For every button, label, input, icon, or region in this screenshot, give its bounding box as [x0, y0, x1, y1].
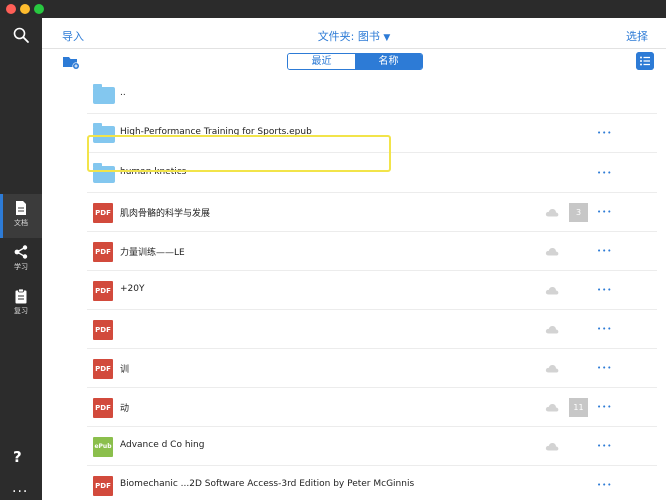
list-view-icon[interactable]	[636, 52, 654, 70]
minimize-window-button[interactable]	[20, 4, 30, 14]
search-icon[interactable]	[12, 26, 30, 44]
pdf-file-icon: PDF	[93, 398, 115, 418]
more-options-icon[interactable]: •••	[597, 403, 612, 411]
more-options-icon[interactable]: •••	[597, 129, 612, 137]
file-row[interactable]: ePub Advance d Co hing •••	[87, 427, 657, 466]
folder-icon	[93, 163, 115, 184]
zoom-window-button[interactable]	[34, 4, 44, 14]
sidebar-item-study[interactable]: 学习	[0, 238, 42, 282]
cloud-icon	[545, 403, 559, 412]
more-options-icon[interactable]: •••	[597, 208, 612, 216]
sidebar-item-label: 复习	[14, 307, 28, 315]
pdf-file-icon: PDF	[93, 476, 115, 496]
file-name: 肌肉骨骼的科学与发展	[120, 209, 211, 219]
file-row[interactable]: PDF 肌肉骨骼的科学与发展 3 •••	[87, 193, 657, 232]
chevron-down-icon: ▼	[383, 33, 391, 43]
file-row[interactable]: PDF 动 11 •••	[87, 388, 657, 427]
header-divider	[42, 48, 666, 49]
file-row[interactable]: PDF •••	[87, 310, 657, 349]
tab-recent[interactable]: 最近	[288, 54, 355, 69]
file-name: +20Y	[120, 284, 145, 294]
file-name: ..	[120, 88, 126, 98]
more-options-icon[interactable]: •••	[597, 169, 612, 177]
select-button[interactable]: 选择	[626, 28, 648, 44]
cloud-icon	[545, 442, 559, 451]
file-name: human knetics	[120, 167, 187, 177]
sidebar-item-review[interactable]: 复习	[0, 282, 42, 326]
tab-name[interactable]: 名称	[355, 54, 422, 69]
clipboard-icon	[15, 288, 27, 304]
more-options-icon[interactable]: •••	[597, 481, 612, 489]
folder-title-dropdown[interactable]: 文件夹: 图书 ▼	[42, 28, 666, 44]
file-name: 训	[120, 365, 130, 375]
more-options-icon[interactable]: •••	[597, 442, 612, 450]
sidebar-item-label: 文档	[14, 219, 28, 227]
cloud-icon	[545, 286, 559, 295]
sidebar: 文档 学习 复习 ? ...	[0, 18, 42, 500]
pdf-file-icon: PDF	[93, 281, 115, 301]
file-name: High-Performance Training for Sports.epu…	[120, 127, 312, 137]
cloud-icon	[545, 208, 559, 217]
help-button[interactable]: ?	[13, 448, 22, 466]
cloud-icon	[545, 364, 559, 373]
pdf-file-icon: PDF	[93, 242, 115, 262]
window-titlebar	[0, 0, 666, 18]
file-row[interactable]: PDF 训 •••	[87, 349, 657, 388]
more-options-icon[interactable]: •••	[597, 286, 612, 294]
more-options-icon[interactable]: •••	[597, 247, 612, 255]
folder-icon	[93, 84, 115, 105]
folder-row[interactable]: High-Performance Training for Sports.epu…	[87, 114, 657, 153]
sort-segmented-control: 最近 名称	[287, 53, 423, 70]
more-options-icon[interactable]: •••	[597, 325, 612, 333]
more-options-icon[interactable]: •••	[597, 364, 612, 372]
folder-icon	[93, 123, 115, 144]
close-window-button[interactable]	[6, 4, 16, 14]
file-row[interactable]: PDF Biomechanic ...2D Software Access-3rd…	[87, 466, 657, 500]
count-badge: 3	[569, 203, 588, 222]
epub-file-icon: ePub	[93, 437, 115, 457]
file-name: 动	[120, 404, 130, 414]
share-nodes-icon	[14, 245, 28, 259]
pdf-file-icon: PDF	[93, 320, 115, 340]
file-row[interactable]: PDF +20Y •••	[87, 271, 657, 310]
new-folder-icon[interactable]	[62, 54, 80, 70]
document-icon	[16, 201, 26, 215]
count-badge: 11	[569, 398, 588, 417]
folder-title: 文件夹: 图书	[317, 30, 380, 43]
cloud-icon	[545, 247, 559, 256]
main-panel: 导入 文件夹: 图书 ▼ 选择 最近 名称 .. High-Performance…	[42, 18, 666, 500]
file-row[interactable]: PDF 力量训练——LE •••	[87, 232, 657, 271]
pdf-file-icon: PDF	[93, 359, 115, 379]
pdf-file-icon: PDF	[93, 203, 115, 223]
folder-row[interactable]: human knetics •••	[87, 154, 657, 193]
file-name: Biomechanic ...2D Software Access-3rd Ed…	[120, 479, 415, 489]
sidebar-item-label: 学习	[14, 263, 28, 271]
more-options-button[interactable]: ...	[12, 480, 28, 496]
file-name: 力量训练——LE	[120, 248, 185, 258]
folder-row[interactable]: ..	[87, 75, 657, 114]
cloud-icon	[545, 325, 559, 334]
sidebar-item-documents[interactable]: 文档	[0, 194, 42, 238]
file-name: Advance d Co hing	[120, 440, 205, 450]
